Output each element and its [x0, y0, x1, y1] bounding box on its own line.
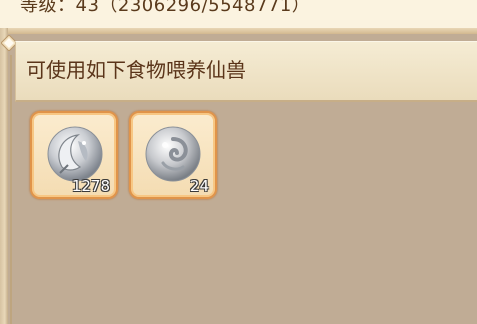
panel-top-border	[8, 28, 477, 34]
item-count: 1278	[71, 177, 110, 195]
panel-header: 可使用如下食物喂养仙兽	[15, 41, 477, 102]
item-count: 24	[189, 177, 209, 195]
panel-title: 可使用如下食物喂养仙兽	[26, 58, 246, 82]
left-frame-line	[10, 55, 12, 324]
food-item-slot-2[interactable]: 24	[129, 111, 217, 199]
silver-swirl-orb-icon	[145, 126, 201, 182]
left-frame-edge	[0, 28, 8, 324]
level-text: 等级：43（2306296/5548771）	[20, 0, 311, 16]
food-item-slot-1[interactable]: 1278	[30, 111, 118, 199]
top-info-strip: 等级：43（2306296/5548771）	[0, 0, 477, 28]
silver-moon-orb-icon	[47, 126, 103, 182]
